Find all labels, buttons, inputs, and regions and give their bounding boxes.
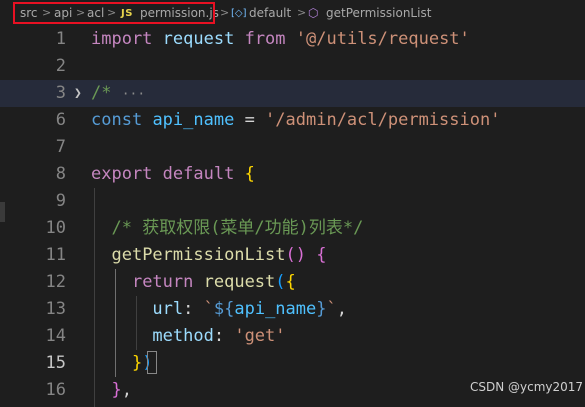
line-number: 7 (55, 137, 66, 157)
code-text: return request({ (131, 272, 296, 292)
line-number: 2 (55, 56, 66, 76)
code-text: import request from '@/utils/request' (91, 29, 470, 49)
code-text: getPermissionList() { (111, 245, 327, 265)
code-editor[interactable]: 1 import request from '@/utils/request' … (0, 26, 585, 407)
watermark: CSDN @ycmy2017 (470, 380, 584, 394)
line-number: 14 (45, 326, 66, 346)
line-number: 3 (55, 83, 66, 103)
line-number-active: 15 (45, 353, 66, 373)
code-text: const api_name = '/admin/acl/permission' (91, 110, 501, 130)
code-line[interactable]: 13 url: `${api_name}`, (0, 296, 585, 323)
indent-guide (94, 188, 95, 407)
code-text: }, (111, 380, 132, 400)
code-text: }) (131, 353, 153, 373)
code-line[interactable]: 14 method: 'get' (0, 323, 585, 350)
line-number: 9 (55, 191, 66, 211)
line-number: 12 (45, 272, 66, 292)
method-cube-icon: ⬡ (308, 6, 319, 20)
code-text: export default { (91, 164, 255, 184)
code-line[interactable]: 7 (0, 134, 585, 161)
code-line[interactable]: 2 (0, 53, 585, 80)
indent-guide (136, 296, 137, 350)
line-number: 6 (55, 110, 66, 130)
line-number: 10 (45, 218, 66, 238)
fold-expand-icon[interactable]: ❯ (74, 87, 82, 100)
code-text: method: 'get' (152, 326, 286, 346)
line-number: 1 (55, 29, 66, 49)
variable-icon: [◇] (231, 8, 247, 19)
chevron-right-icon: > (220, 6, 230, 19)
code-text: url: `${api_name}`, (152, 299, 347, 319)
code-line[interactable]: 1 import request from '@/utils/request' (0, 26, 585, 53)
annotation-highlight-box (13, 2, 215, 24)
breadcrumb: src > api > acl > JS permission.js > [◇]… (0, 0, 585, 26)
line-number: 11 (45, 245, 66, 265)
code-line-active[interactable]: 15 }) (0, 350, 585, 377)
bracket-match-box (147, 351, 157, 374)
code-line[interactable]: 11 getPermissionList() { (0, 242, 585, 269)
code-line[interactable]: 9 (0, 188, 585, 215)
code-line[interactable]: 6 const api_name = '/admin/acl/permissio… (0, 107, 585, 134)
fold-ellipsis: ··· (121, 87, 146, 102)
line-number: 13 (45, 299, 66, 319)
code-line[interactable]: 8 export default { (0, 161, 585, 188)
code-line-folded[interactable]: 3 ❯ /* ··· (0, 80, 585, 107)
breadcrumb-default[interactable]: default (249, 6, 291, 20)
breadcrumb-method[interactable]: getPermissionList (326, 6, 431, 20)
chevron-right-icon: > (297, 6, 307, 19)
line-number: 16 (45, 380, 66, 400)
code-line[interactable]: 10 /* 获取权限(菜单/功能)列表*/ (0, 215, 585, 242)
code-text: /* 获取权限(菜单/功能)列表*/ (111, 218, 364, 238)
code-text: /* ··· (91, 83, 146, 103)
line-number: 8 (55, 164, 66, 184)
code-line[interactable]: 12 return request({ (0, 269, 585, 296)
indent-guide-active (115, 269, 116, 377)
